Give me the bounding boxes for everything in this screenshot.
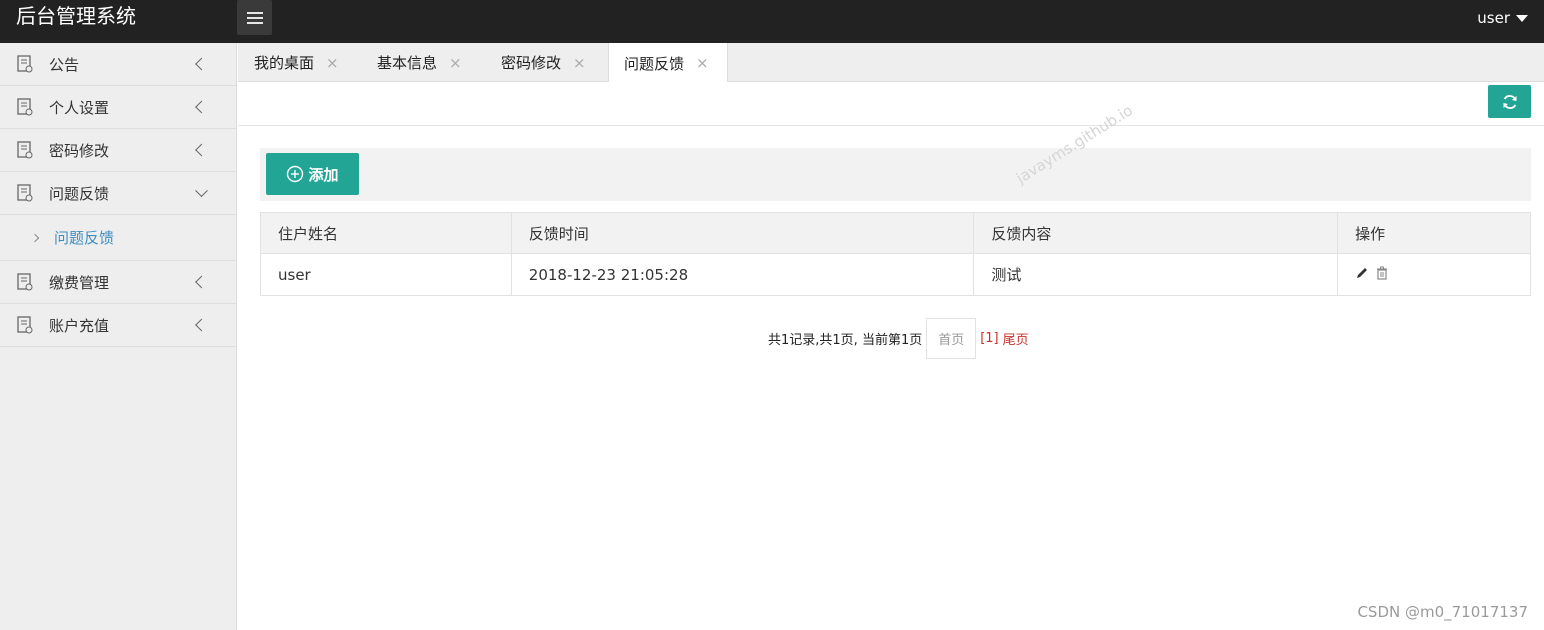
- tab-desktop[interactable]: 我的桌面 ×: [254, 43, 339, 82]
- cell-feedback-time: 2018-12-23 21:05:28: [510, 253, 975, 296]
- document-icon: [17, 141, 33, 159]
- column-header-actions: 操作: [1337, 212, 1531, 254]
- feedback-table: 住户姓名 反馈时间 反馈内容 操作 user 2018-12-23 21:05:…: [260, 212, 1531, 296]
- tab-label: 基本信息: [377, 54, 438, 72]
- column-header-feedback-content: 反馈内容: [973, 212, 1339, 254]
- document-icon: [17, 55, 33, 73]
- sidebar-subitem-label: 问题反馈: [54, 229, 115, 247]
- sidebar-item-label: 密码修改: [49, 141, 110, 160]
- close-icon[interactable]: ×: [326, 54, 339, 72]
- document-icon: [17, 316, 33, 334]
- credit-text: CSDN @m0_71017137: [1357, 603, 1528, 621]
- user-menu[interactable]: user: [1477, 9, 1528, 27]
- last-page-link[interactable]: 尾页: [1003, 329, 1029, 348]
- tab-label: 问题反馈: [624, 54, 685, 73]
- chevron-left-icon: [195, 275, 208, 289]
- hamburger-icon: [246, 21, 263, 24]
- document-icon: [17, 273, 33, 291]
- add-button[interactable]: 添加: [266, 153, 359, 195]
- add-button-label: 添加: [308, 165, 339, 184]
- action-bar: 添加: [260, 148, 1531, 201]
- current-page-link[interactable]: [1]: [980, 331, 998, 346]
- sidebar-item-recharge[interactable]: 账户充值: [0, 304, 236, 347]
- content-toolbar: [238, 82, 1544, 126]
- sidebar-item-label: 账户充值: [49, 316, 110, 335]
- chevron-right-icon: [30, 233, 40, 242]
- pagination-summary: 共1记录,共1页, 当前第1页: [768, 333, 923, 348]
- cell-feedback-content: 测试: [973, 253, 1339, 296]
- sidebar-item-label: 个人设置: [49, 98, 110, 117]
- chevron-left-icon: [195, 143, 208, 157]
- chevron-left-icon: [195, 318, 208, 332]
- sidebar-item-password[interactable]: 密码修改: [0, 129, 236, 172]
- first-page-link[interactable]: 首页: [926, 318, 977, 359]
- sidebar: 公告 个人设置 密码修改 问题反馈 问题反馈 缴费管理 账户充值: [0, 43, 237, 630]
- app-title: 后台管理系统: [16, 4, 136, 28]
- top-bar: 后台管理系统 user: [0, 0, 1544, 43]
- table-row: user 2018-12-23 21:05:28 测试: [260, 253, 1531, 296]
- chevron-left-icon: [195, 57, 208, 71]
- sidebar-item-label: 缴费管理: [49, 273, 110, 292]
- refresh-icon: [1503, 94, 1516, 109]
- pagination: 共1记录,共1页, 当前第1页 首页 [1] 尾页: [768, 318, 1029, 359]
- tab-label: 我的桌面: [254, 54, 315, 72]
- hamburger-icon: [246, 16, 263, 19]
- cell-resident-name: user: [260, 253, 512, 296]
- sidebar-subitem-feedback[interactable]: 问题反馈: [0, 215, 236, 261]
- sidebar-item-announcement[interactable]: 公告: [0, 43, 236, 86]
- sidebar-item-label: 公告: [49, 55, 80, 74]
- cell-actions: [1337, 253, 1531, 296]
- close-icon[interactable]: ×: [449, 54, 462, 72]
- tab-bar: 我的桌面 × 基本信息 × 密码修改 × 问题反馈 ×: [238, 43, 1544, 83]
- delete-icon[interactable]: [1375, 266, 1389, 280]
- tab-feedback[interactable]: 问题反馈 ×: [608, 43, 728, 83]
- document-icon: [17, 184, 33, 202]
- tab-label: 密码修改: [501, 54, 562, 72]
- chevron-left-icon: [195, 100, 208, 114]
- column-header-feedback-time: 反馈时间: [510, 212, 975, 254]
- edit-icon[interactable]: [1355, 266, 1369, 280]
- sidebar-item-payment[interactable]: 缴费管理: [0, 261, 236, 304]
- tab-basic-info[interactable]: 基本信息 ×: [377, 43, 462, 82]
- caret-down-icon: [1516, 15, 1528, 22]
- refresh-button[interactable]: [1488, 85, 1531, 118]
- sidebar-item-personal-settings[interactable]: 个人设置: [0, 86, 236, 129]
- close-icon[interactable]: ×: [573, 54, 586, 72]
- menu-toggle-button[interactable]: [237, 0, 272, 35]
- sidebar-item-feedback[interactable]: 问题反馈: [0, 172, 236, 215]
- document-icon: [17, 98, 33, 116]
- tab-password[interactable]: 密码修改 ×: [501, 43, 586, 82]
- plus-circle-icon: [287, 165, 304, 183]
- user-name: user: [1477, 9, 1510, 27]
- sidebar-item-label: 问题反馈: [49, 184, 110, 203]
- hamburger-icon: [246, 11, 263, 14]
- chevron-down-icon: [195, 184, 208, 198]
- close-icon[interactable]: ×: [696, 54, 709, 72]
- column-header-resident-name: 住户姓名: [260, 212, 512, 254]
- table-header-row: 住户姓名 反馈时间 反馈内容 操作: [260, 212, 1531, 254]
